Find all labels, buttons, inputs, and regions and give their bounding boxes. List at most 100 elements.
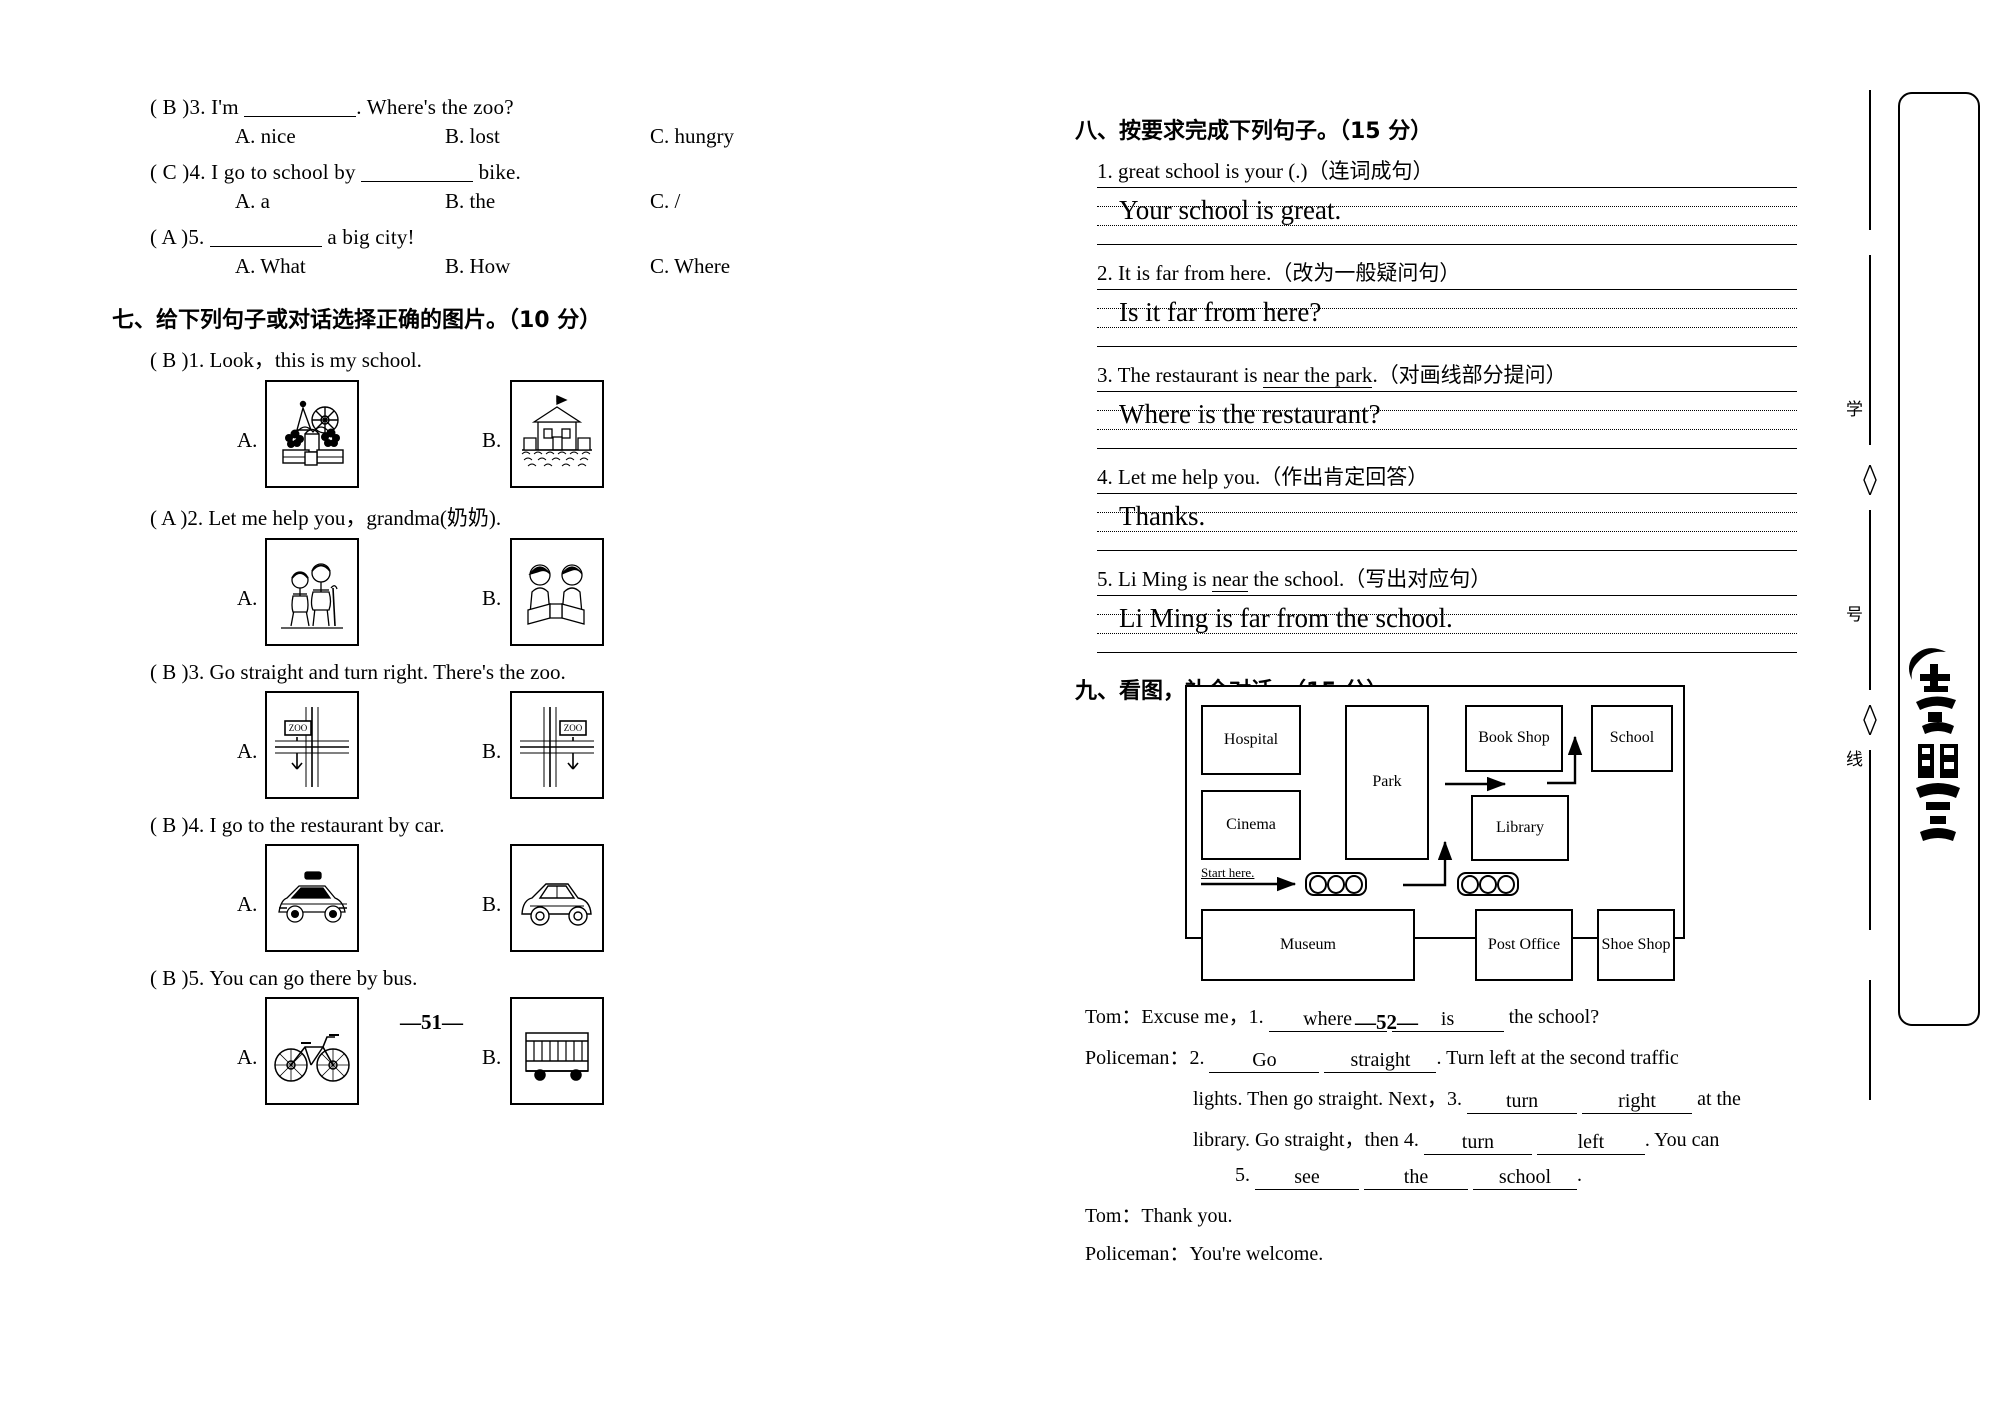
s8-item-1-prompt: 1. great school is your (.)（连词成句） — [1075, 155, 1855, 185]
s8-item-1-answer: Your school is great. — [1119, 195, 1342, 225]
section-7-heading-text: 七、给下列句子或对话选择正确的图片。（10 分） — [112, 308, 602, 333]
s8-item-5-answer-lines[interactable]: Li Ming is far from the school. — [1097, 595, 1797, 655]
fill-blank-5[interactable] — [209, 246, 322, 247]
car-icon — [510, 844, 604, 952]
pic-item-1-number: 1. — [188, 348, 205, 372]
s8-item-1-text: great school is your (.)（连词成句） — [1118, 159, 1434, 183]
dlg-blank-2a[interactable]: Go — [1209, 1049, 1320, 1073]
margin-char-xue: 学 — [1846, 400, 1863, 420]
rule-top — [1097, 493, 1797, 494]
rule-bottom — [1097, 448, 1797, 449]
item-number-5: 5. — [188, 225, 205, 249]
dlg-blank-5b[interactable]: the — [1364, 1166, 1468, 1190]
pic-item-5-choices: A. B. — [150, 997, 850, 1109]
option-4-a[interactable]: A. a — [235, 189, 270, 214]
option-4-c[interactable]: C. / — [650, 189, 680, 214]
pic-item-4-choice-b[interactable]: B. — [482, 844, 604, 952]
dlg-1-text: Excuse me，1. — [1141, 1006, 1264, 1028]
s8-item-4-number: 4. — [1097, 465, 1113, 489]
pic-item-3-choice-a[interactable]: A. ZOO — [237, 691, 359, 799]
dialogue-line-policeman-1: Policeman：2. Go straight. Turn left at t… — [1085, 1041, 1875, 1073]
pic-item-1-choice-b[interactable]: B. — [482, 380, 604, 488]
pic-item-5-text: ( B )5. You can go there by bus. — [150, 966, 850, 991]
mcq-item-4: ( C )4. I go to school by bike. — [150, 160, 850, 185]
option-3-a[interactable]: A. nice — [235, 124, 296, 149]
left-page-content: ( B )3. I'm . Where's the zoo? A. nice B… — [112, 95, 850, 1119]
dlg-blank-5c[interactable]: school — [1473, 1166, 1577, 1190]
dlg-1-tail: the school? — [1508, 1006, 1600, 1028]
pic-item-3-label-b: B. — [482, 739, 502, 763]
stem-before-4: I go to school by — [211, 160, 356, 184]
fill-blank-4[interactable] — [361, 181, 474, 182]
s8-item-3-answer-lines[interactable]: Where is the restaurant? — [1097, 391, 1797, 451]
map-route-arrows — [1201, 735, 1583, 892]
dlg-blank-3a[interactable]: turn — [1467, 1090, 1578, 1114]
option-5-a[interactable]: A. What — [235, 254, 306, 279]
section-8-heading: 八、按要求完成下列句子。（15 分） — [1075, 113, 1855, 145]
option-3-b[interactable]: B. lost — [445, 124, 500, 149]
dlg-blank-4a[interactable]: turn — [1423, 1131, 1532, 1155]
pic-item-1-label-b: B. — [482, 428, 502, 452]
pic-item-2-choice-b[interactable]: B. — [482, 538, 604, 646]
pic-item-4-number: 4. — [188, 813, 205, 837]
option-5-b[interactable]: B. How — [445, 254, 510, 279]
s8-item-2-prompt: 2. It is far from here.（改为一般疑问句） — [1075, 257, 1855, 287]
margin-dash — [1869, 90, 1871, 230]
pic-item-5-label-a: A. — [237, 1045, 258, 1069]
pic-item-3-label-a: A. — [237, 739, 258, 763]
pic-item-5-bracket: ( B ) — [150, 966, 189, 990]
pic-item-4-choice-a[interactable]: A. — [237, 844, 359, 952]
margin-diamond-icon — [1863, 465, 1877, 495]
bicycle-icon — [265, 997, 359, 1105]
s8-item-5-text-post: the school.（写出对应句） — [1248, 567, 1492, 591]
pic-item-5-choice-a[interactable]: A. — [237, 997, 359, 1105]
girl-helping-grandma-icon — [265, 538, 359, 646]
dlg-blank-2b[interactable]: straight — [1324, 1049, 1437, 1073]
pic-item-3-choice-b[interactable]: B. ZOO — [482, 691, 604, 799]
dlg-3-tail: at the — [1697, 1088, 1741, 1110]
pic-item-2-choices: A. B. — [150, 538, 850, 650]
stem-before-3: I'm — [211, 95, 239, 119]
pic-item-2-choice-a[interactable]: A. — [237, 538, 359, 646]
pic-item-5-choice-b[interactable]: B. — [482, 997, 604, 1105]
pic-item-4-choices: A. B. — [150, 844, 850, 956]
option-3-c[interactable]: C. hungry — [650, 124, 734, 149]
s8-item-5-number: 5. — [1097, 567, 1113, 591]
dlg-5-number: 5. — [1235, 1164, 1250, 1186]
option-5-c[interactable]: C. Where — [650, 254, 730, 279]
options-row-4: A. a B. the C. / — [150, 189, 850, 219]
s8-item-2-answer-lines[interactable]: Is it far from here? — [1097, 289, 1797, 349]
s8-item-3-text-pre: The restaurant is — [1117, 363, 1263, 387]
rule-bottom — [1097, 346, 1797, 347]
dialogue-line-policeman-2: Policeman：You're welcome. — [1085, 1237, 1875, 1266]
school-building-icon — [510, 380, 604, 488]
dlg-3-text: lights. Then go straight. Next，3. — [1193, 1088, 1463, 1110]
speaker-policeman-2: Policeman： — [1085, 1243, 1190, 1265]
dialogue-line-cont-3: 5. see the school. — [1085, 1164, 1875, 1190]
police-car-icon — [265, 844, 359, 952]
dlg-blank-3b[interactable]: right — [1582, 1090, 1693, 1114]
pic-item-4-text: ( B )4. I go to the restaurant by car. — [150, 813, 850, 838]
s8-item-1-answer-lines[interactable]: Your school is great. — [1097, 187, 1797, 247]
dlg-blank-5a[interactable]: see — [1255, 1166, 1359, 1190]
mcq-item-3: ( B )3. I'm . Where's the zoo? — [150, 95, 850, 120]
stem-after-3: . Where's the zoo? — [356, 95, 514, 119]
pic-item-5-number: 5. — [188, 966, 205, 990]
two-children-reading-icon — [510, 538, 604, 646]
margin-dash — [1869, 255, 1871, 445]
dlg-blank-4b[interactable]: left — [1536, 1131, 1645, 1155]
dlg-4-text: library. Go straight，then 4. — [1193, 1129, 1419, 1151]
fill-blank-3[interactable] — [244, 116, 357, 117]
pic-item-1-choice-a[interactable]: A. — [237, 380, 359, 488]
s8-item-4-answer-lines[interactable]: Thanks. — [1097, 493, 1797, 553]
option-4-b[interactable]: B. the — [445, 189, 495, 214]
svg-text:ZOO: ZOO — [564, 723, 583, 733]
rule-bottom — [1097, 244, 1797, 245]
rule-bottom — [1097, 550, 1797, 551]
pic-item-3-sentence: Go straight and turn right. There's the … — [209, 660, 566, 684]
section-7-heading: 七、给下列句子或对话选择正确的图片。（10 分） — [112, 302, 850, 334]
options-row-3: A. nice B. lost C. hungry — [150, 124, 850, 154]
pic-item-1-bracket: ( B ) — [150, 348, 189, 372]
map-label-post-office: Post Office — [1487, 935, 1561, 953]
dialogue-line-tom-2: Tom：Thank you. — [1085, 1199, 1875, 1228]
